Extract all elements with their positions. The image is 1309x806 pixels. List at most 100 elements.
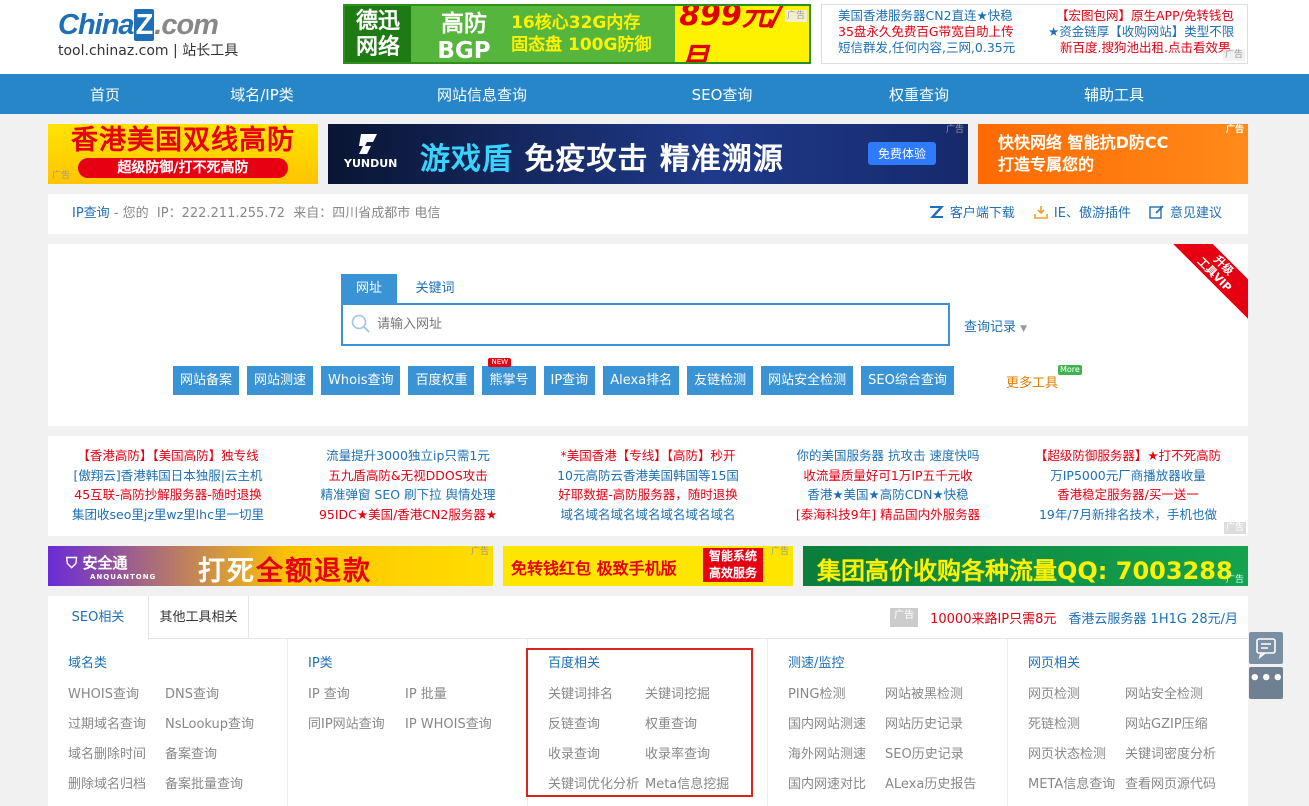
- text-ad-column: *美国香港【专线】【高防】秒开 10元高防云香港美国韩国等15国 好耶数据-高防…: [528, 446, 768, 524]
- quick-tool-button[interactable]: Alexa排名: [603, 366, 680, 395]
- ip-query-link[interactable]: IP查询: [72, 206, 110, 221]
- nav-item-domain-ip[interactable]: 域名/IP类: [210, 74, 314, 114]
- tool-link[interactable]: WHOIS查询: [68, 683, 139, 702]
- tool-link[interactable]: NsLookup查询: [165, 713, 254, 732]
- tool-link[interactable]: 同IP网站查询: [308, 713, 385, 732]
- text-ad-link[interactable]: 新百度.搜狗池出租.点击看效果: [1038, 40, 1238, 56]
- text-ad-link[interactable]: 精准弹窗 SEO 刷下拉 舆情处理: [288, 485, 528, 505]
- more-tools-link[interactable]: 更多工具 More: [1006, 365, 1082, 391]
- text-ad-link[interactable]: 五九盾高防&无视DDOS攻击: [288, 466, 528, 486]
- tool-link[interactable]: 查看网页源代码: [1125, 773, 1216, 792]
- ad-tag: 广告: [52, 171, 71, 181]
- more-float-button[interactable]: •••: [1249, 667, 1284, 699]
- tool-link[interactable]: DNS查询: [165, 683, 219, 702]
- tab-url[interactable]: 网址: [341, 274, 397, 303]
- tool-link[interactable]: 备案查询: [165, 743, 217, 762]
- highlight-box: [526, 648, 753, 797]
- tool-link[interactable]: 网页状态检测: [1028, 743, 1106, 762]
- quick-tool-button[interactable]: Whois查询: [321, 366, 401, 395]
- banner-ad-anquantong[interactable]: ⛉ 安全通 ANQUANTONG 打死全额退款 广告: [48, 546, 493, 586]
- tool-link[interactable]: IP 查询: [308, 683, 350, 702]
- tool-link[interactable]: 网站历史记录: [885, 713, 963, 732]
- text-ad-link[interactable]: 45互联-高防抄解服务器-随时退换: [48, 485, 288, 505]
- nav-item-tools[interactable]: 辅助工具: [1044, 74, 1184, 114]
- tool-link[interactable]: 网页检测: [1028, 683, 1080, 702]
- text-ad-link[interactable]: 万IP5000元厂商播放器收量: [1008, 466, 1248, 486]
- text-ad-link[interactable]: 短信群发,任何内容,三网,0.35元: [838, 40, 1038, 56]
- tool-link[interactable]: 海外网站测速: [788, 743, 866, 762]
- text-ad-link[interactable]: 10元高防云香港美国韩国等15国: [528, 466, 768, 486]
- text-ad-link[interactable]: 35盘永久免费百G带宽自助上传: [838, 24, 1038, 40]
- text-ad-link[interactable]: 香港云服务器 1H1G 28元/月: [1068, 608, 1238, 627]
- quick-tool-button[interactable]: 友链检测: [687, 366, 754, 395]
- tool-link[interactable]: META信息查询: [1028, 773, 1115, 792]
- tab-seo[interactable]: SEO相关: [48, 596, 149, 640]
- banner-ad-hk-us[interactable]: 香港美国双线高防 超级防御/打不死高防 广告: [48, 124, 318, 184]
- text-ad-link[interactable]: 香港稳定服务器/买一送一: [1008, 485, 1248, 505]
- banner-ad-yundun[interactable]: YUNDUN 游戏盾 免疫攻击 精准溯源 免费体验 广告: [328, 124, 968, 184]
- tool-link[interactable]: 备案批量查询: [165, 773, 243, 792]
- text-ad-link[interactable]: *美国香港【专线】【高防】秒开: [528, 446, 768, 466]
- free-trial-button[interactable]: 免费体验: [868, 142, 937, 165]
- plugin-download-link[interactable]: IE、傲游插件: [1033, 194, 1131, 234]
- search-panel: 网址 关键词 查询记录 ▼ 网站备案 网站测速 Whois查询 百度权重 NEW…: [48, 244, 1248, 426]
- tool-link[interactable]: 关键词密度分析: [1125, 743, 1216, 762]
- tool-link[interactable]: IP 批量: [405, 683, 447, 702]
- text-ad-link[interactable]: [傲翔云]香港韩国日本独服|云主机: [48, 466, 288, 486]
- tool-link[interactable]: SEO历史记录: [885, 743, 964, 762]
- client-download-link[interactable]: 客户端下载: [929, 194, 1015, 234]
- nav-item-seo[interactable]: SEO查询: [650, 74, 794, 114]
- text-ad-link[interactable]: 流量提升3000独立ip只需1元: [288, 446, 528, 466]
- tool-link[interactable]: 国内网站测速: [788, 713, 866, 732]
- text-ad-link[interactable]: [泰海科技9年] 精品国内外服务器: [768, 505, 1008, 525]
- quick-tool-button[interactable]: SEO综合查询: [861, 366, 954, 395]
- text-ad-link[interactable]: 19年/7月新排名技术，手机也做: [1008, 505, 1248, 525]
- tool-link[interactable]: 国内网速对比: [788, 773, 866, 792]
- tool-link[interactable]: 网站被黑检测: [885, 683, 963, 702]
- tool-link[interactable]: 过期域名查询: [68, 713, 146, 732]
- quick-tool-button[interactable]: 网站安全检测: [761, 366, 854, 395]
- vip-upgrade-ribbon[interactable]: 升级 工具VIP: [1163, 244, 1248, 326]
- quick-tool-button[interactable]: 网站备案: [173, 366, 240, 395]
- tool-link[interactable]: 网站GZIP压缩: [1125, 713, 1208, 732]
- tool-link[interactable]: PING检测: [788, 683, 845, 702]
- tab-other-tools[interactable]: 其他工具相关: [149, 596, 249, 639]
- text-ad-link[interactable]: ★资金链厚【收购网站】类型不限: [1038, 24, 1238, 40]
- text-ad-link[interactable]: 收流量质量好可1万IP五千元收: [768, 466, 1008, 486]
- text-ad-link[interactable]: 香港★美国★高防CDN★快稳: [768, 485, 1008, 505]
- nav-item-home[interactable]: 首页: [0, 74, 210, 114]
- top-banner-ad[interactable]: 德迅网络 高防BGP 16核心32G内存 固态盘 100G防御 899元/月 广告: [343, 4, 811, 64]
- banner-ad-traffic[interactable]: 集团高价收购各种流量QQ: 7003288 广告: [803, 546, 1248, 586]
- feedback-float-button[interactable]: [1249, 632, 1283, 664]
- tool-link[interactable]: IP WHOIS查询: [405, 713, 492, 732]
- quick-tool-button[interactable]: 网站测速: [247, 366, 314, 395]
- tool-link[interactable]: 网站安全检测: [1125, 683, 1203, 702]
- text-ad-link[interactable]: 域名域名域名域名域名域名域名: [528, 505, 768, 525]
- query-history-dropdown[interactable]: 查询记录 ▼: [964, 316, 1027, 335]
- text-ad-link[interactable]: 【宏图包网】原生APP/免转钱包: [1038, 8, 1238, 24]
- text-ad-link[interactable]: 95IDC★美国/香港CN2服务器★: [288, 505, 528, 525]
- tool-link[interactable]: 死链检测: [1028, 713, 1080, 732]
- tool-link[interactable]: ALexa历史报告: [885, 773, 976, 792]
- quick-tool-button[interactable]: IP查询: [543, 366, 596, 395]
- site-logo[interactable]: ChinaZ.com tool.chinaz.com | 站长工具: [58, 8, 258, 62]
- banner-ad-kuaikuai[interactable]: 快快网络 智能抗D防CC 打造专属您的 广告: [978, 124, 1248, 184]
- text-ad-link[interactable]: 好耶数据-高防服务器，随时退换: [528, 485, 768, 505]
- tool-link[interactable]: 删除域名归档: [68, 773, 146, 792]
- text-ad-link[interactable]: 集团收seo里jz里wz里lhc里一切里: [48, 505, 288, 525]
- nav-item-site-info[interactable]: 网站信息查询: [314, 74, 650, 114]
- text-ad-link[interactable]: 美国香港服务器CN2直连★快稳: [838, 8, 1038, 24]
- tab-keyword[interactable]: 关键词: [400, 274, 470, 303]
- banner-ad-redpacket[interactable]: 免转钱红包 极致手机版 智能系统 高效服务 广告: [503, 546, 793, 586]
- text-ad-link[interactable]: 10000来路IP只需8元: [930, 608, 1056, 627]
- text-ad-link[interactable]: 【香港高防】【美国高防】独专线: [48, 446, 288, 466]
- url-search-input[interactable]: [377, 305, 937, 344]
- feedback-link[interactable]: 意见建议: [1149, 194, 1222, 234]
- category-title: 域名类: [68, 656, 108, 671]
- text-ad-link[interactable]: 【超级防御服务器】★打不死高防: [1008, 446, 1248, 466]
- text-ad-link[interactable]: 你的美国服务器 抗攻击 速度快吗: [768, 446, 1008, 466]
- nav-item-weight[interactable]: 权重查询: [794, 74, 1044, 114]
- quick-tool-button[interactable]: NEW 熊掌号: [482, 358, 536, 395]
- quick-tool-button[interactable]: 百度权重: [408, 366, 475, 395]
- tool-link[interactable]: 域名删除时间: [68, 743, 146, 762]
